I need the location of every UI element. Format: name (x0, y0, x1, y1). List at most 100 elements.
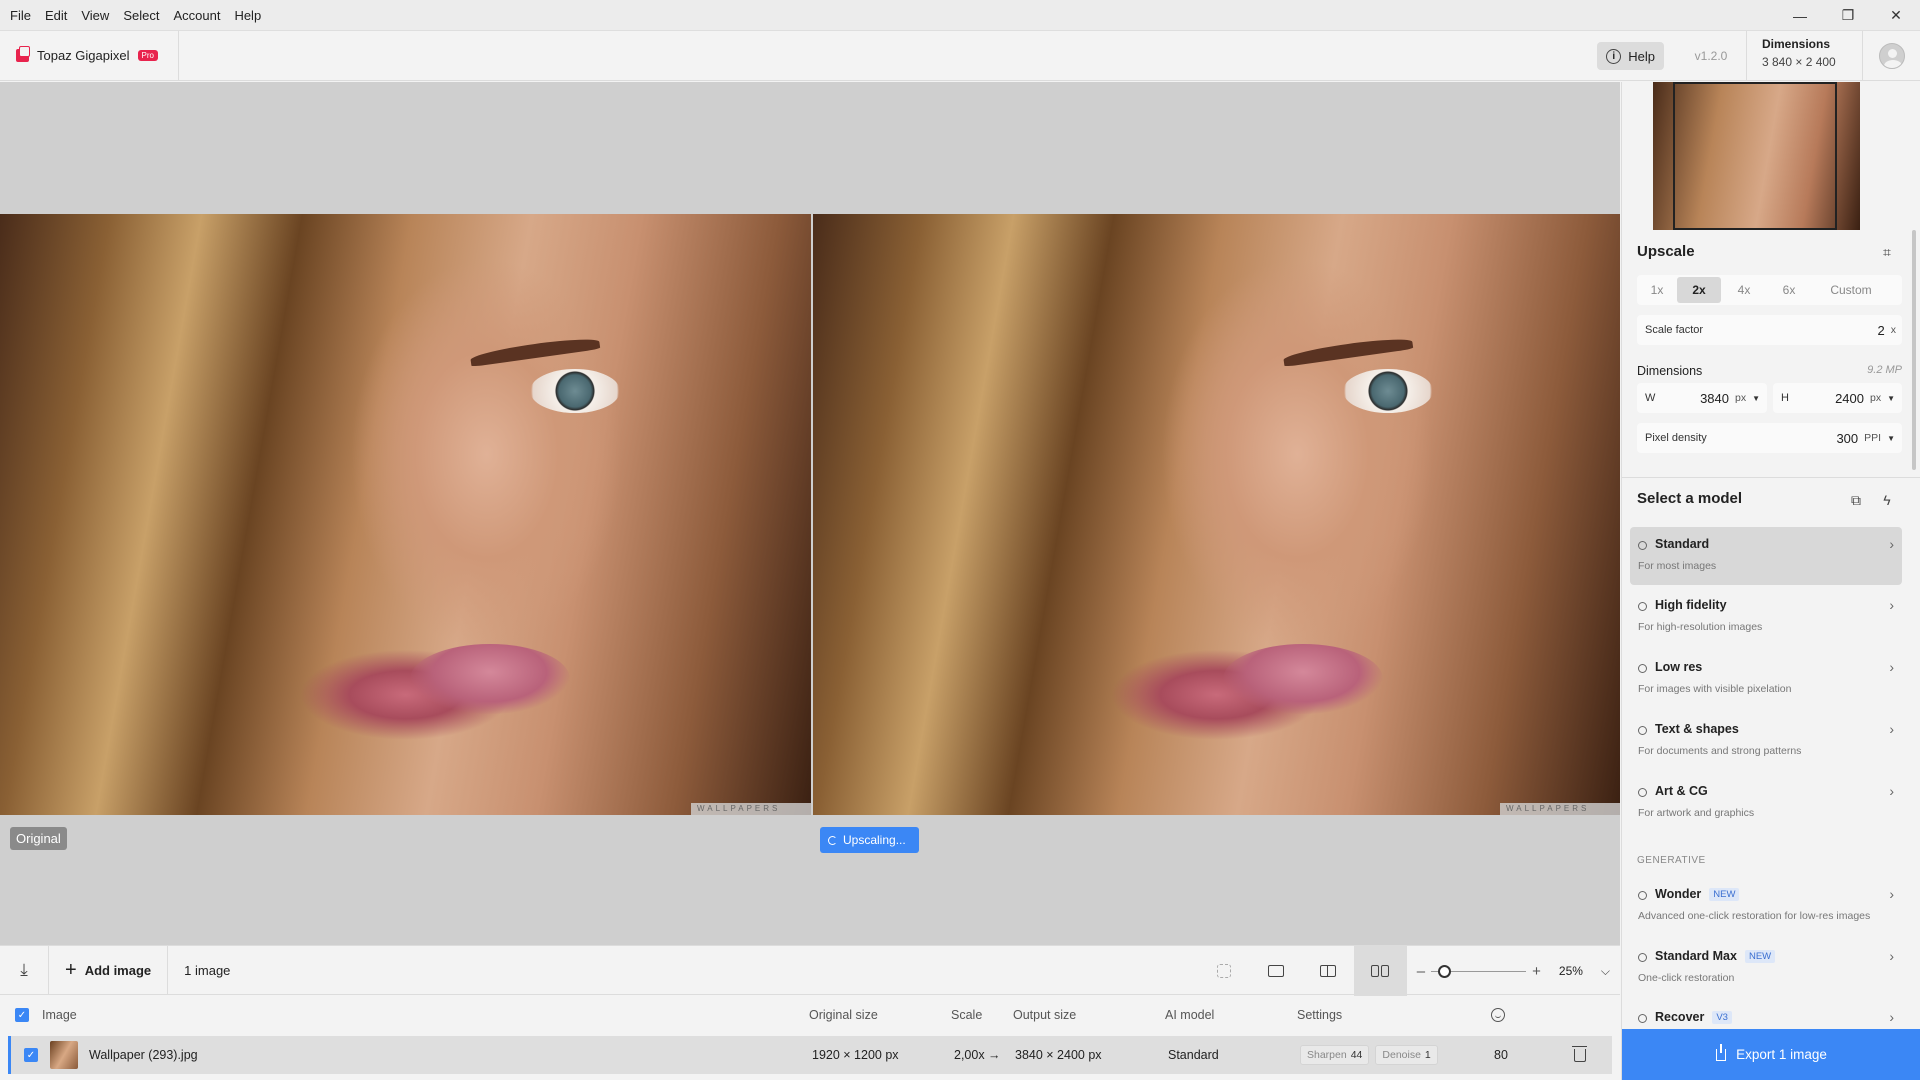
smile-icon (1491, 1008, 1505, 1022)
menu-help[interactable]: Help (227, 8, 268, 23)
denoise-pill: Denoise 1 (1375, 1045, 1438, 1065)
scale-2x[interactable]: 2x (1677, 277, 1721, 303)
recover-icon (1638, 1014, 1647, 1023)
chevron-right-icon: › (1889, 886, 1894, 902)
upscaled-image[interactable]: WALLPAPERS (813, 214, 1620, 815)
compare-models-icon[interactable]: ⧉ (1847, 491, 1865, 509)
split-view-button[interactable] (1302, 946, 1354, 996)
chevron-right-icon: › (1889, 783, 1894, 799)
navigator-thumbnail[interactable] (1653, 82, 1860, 230)
model-icon (1638, 602, 1647, 611)
plus-icon: + (65, 959, 77, 981)
upscaling-text: Upscaling... (843, 833, 906, 847)
help-button[interactable]: i Help (1597, 42, 1664, 70)
side-by-side-view-button[interactable] (1353, 946, 1406, 996)
checkmark-icon: ✓ (24, 1048, 38, 1062)
table-row[interactable]: ✓ Wallpaper (293).jpg 1920 × 1200 px 2,0… (8, 1036, 1612, 1074)
crop-icon[interactable]: ⌗ (1878, 243, 1896, 261)
zoom-dropdown-icon[interactable]: ⌵ (1601, 964, 1610, 979)
bottom-toolbar: ⤓ + Add image 1 image – + 25% ⌵ (0, 945, 1620, 996)
pixel-density-field[interactable]: Pixel density 300 PPI ▼ (1637, 423, 1902, 453)
model-low-res[interactable]: Low res For images with visible pixelati… (1630, 650, 1902, 708)
menu-view[interactable]: View (74, 8, 116, 23)
zoom-in-button[interactable]: + (1532, 963, 1541, 980)
model-text-shapes[interactable]: Text & shapes For documents and strong p… (1630, 712, 1902, 770)
preview-canvas[interactable]: WALLPAPERS WALLPAPERS (0, 82, 1620, 945)
original-image[interactable]: WALLPAPERS (0, 214, 811, 815)
menu-file[interactable]: File (0, 8, 38, 23)
arrow-down-icon: ⤓ (20, 960, 28, 979)
model-icon (1638, 953, 1647, 962)
row-checkbox[interactable]: ✓ (24, 1036, 38, 1074)
export-label: Export 1 image (1736, 1047, 1827, 1062)
close-button[interactable]: ✕ (1872, 0, 1920, 31)
window-controls: — ❐ ✕ (1776, 0, 1920, 31)
zoom-out-button[interactable]: – (1417, 963, 1425, 980)
model-icon (1638, 541, 1647, 550)
sharpen-pill: Sharpen 44 (1300, 1045, 1370, 1065)
model-wonder[interactable]: Wonder NEW Advanced one-click restoration… (1630, 877, 1902, 935)
zoom-slider[interactable] (1431, 964, 1527, 978)
height-value[interactable]: 2400 (1835, 391, 1864, 406)
dimensions-label: Dimensions (1637, 364, 1703, 378)
model-art-cg[interactable]: Art & CG For artwork and graphics › (1630, 774, 1902, 832)
add-image-button[interactable]: + Add image (49, 945, 169, 995)
height-field[interactable]: H 2400 px ▼ (1773, 383, 1902, 413)
scale-1x[interactable]: 1x (1637, 277, 1677, 303)
minimize-button[interactable]: — (1776, 0, 1824, 31)
zoom-slider-handle[interactable] (1438, 964, 1452, 978)
caret-down-icon[interactable]: ▼ (1887, 434, 1895, 443)
navigator-viewport[interactable] (1673, 82, 1837, 230)
export-icon (1716, 1043, 1727, 1061)
settings-pills: Sharpen 44 Denoise 1 (1300, 1036, 1444, 1074)
settings-panel: Upscale ⌗ 1x 2x 4x 6x Custom Scale facto… (1621, 82, 1920, 1080)
model-standard-max[interactable]: Standard Max NEW One-click restoration › (1630, 939, 1902, 997)
focus-button[interactable] (1198, 946, 1250, 996)
scale-custom[interactable]: Custom (1811, 277, 1891, 303)
gem-icon (1638, 891, 1647, 900)
caret-down-icon[interactable]: ▼ (1887, 394, 1895, 403)
width-value[interactable]: 3840 (1700, 391, 1729, 406)
model-standard[interactable]: Standard For most images › (1630, 527, 1902, 585)
chevron-right-icon: › (1889, 659, 1894, 675)
original-size-value: 1920 × 1200 px (812, 1048, 899, 1062)
sort-button[interactable]: ⤓ (0, 945, 49, 995)
info-icon: i (1606, 48, 1622, 64)
menu-select[interactable]: Select (116, 8, 166, 23)
export-button[interactable]: Export 1 image (1622, 1029, 1920, 1080)
focus-icon (1216, 964, 1231, 978)
col-output-size: Output size (1013, 1008, 1077, 1022)
panel-scrollbar[interactable] (1912, 230, 1916, 470)
menu-account[interactable]: Account (166, 8, 227, 23)
image-thumbnail (50, 1041, 78, 1069)
col-ai-model: AI model (1165, 1008, 1215, 1022)
scale-value: 2,00x → (954, 1048, 1001, 1062)
menu-edit[interactable]: Edit (38, 8, 74, 23)
trash-icon (1572, 1045, 1587, 1062)
original-label: Original (10, 827, 67, 850)
caret-down-icon[interactable]: ▼ (1752, 394, 1760, 403)
density-value[interactable]: 300 (1836, 431, 1858, 446)
brand: Topaz Gigapixel Pro (0, 30, 179, 81)
user-avatar-icon[interactable] (1878, 43, 1905, 69)
scale-factor-value[interactable]: 2 (1878, 323, 1885, 338)
help-label: Help (1628, 48, 1655, 64)
col-original-size: Original size (809, 1008, 878, 1022)
col-score (1491, 996, 1505, 1034)
file-name: Wallpaper (293).jpg (89, 1048, 198, 1062)
generative-label: GENERATIVE (1637, 855, 1706, 866)
scale-factor-field[interactable]: Scale factor 2 x (1637, 315, 1902, 345)
model-high-fidelity[interactable]: High fidelity For high-resolution images… (1630, 588, 1902, 646)
width-field[interactable]: W 3840 px ▼ (1637, 383, 1767, 413)
select-model-title: Select a model (1637, 490, 1743, 507)
pro-badge: Pro (137, 50, 158, 61)
restore-button[interactable]: ❐ (1824, 0, 1872, 31)
lightning-icon[interactable]: ϟ (1878, 491, 1896, 509)
single-view-button[interactable] (1250, 946, 1302, 996)
scale-4x[interactable]: 4x (1721, 277, 1767, 303)
output-dimensions: Dimensions 3 840 × 2 400 (1746, 31, 1863, 81)
select-all-checkbox[interactable]: ✓ (15, 996, 29, 1034)
delete-button[interactable] (1572, 1036, 1587, 1074)
scale-tabs: 1x 2x 4x 6x Custom (1637, 275, 1902, 305)
scale-6x[interactable]: 6x (1767, 277, 1811, 303)
